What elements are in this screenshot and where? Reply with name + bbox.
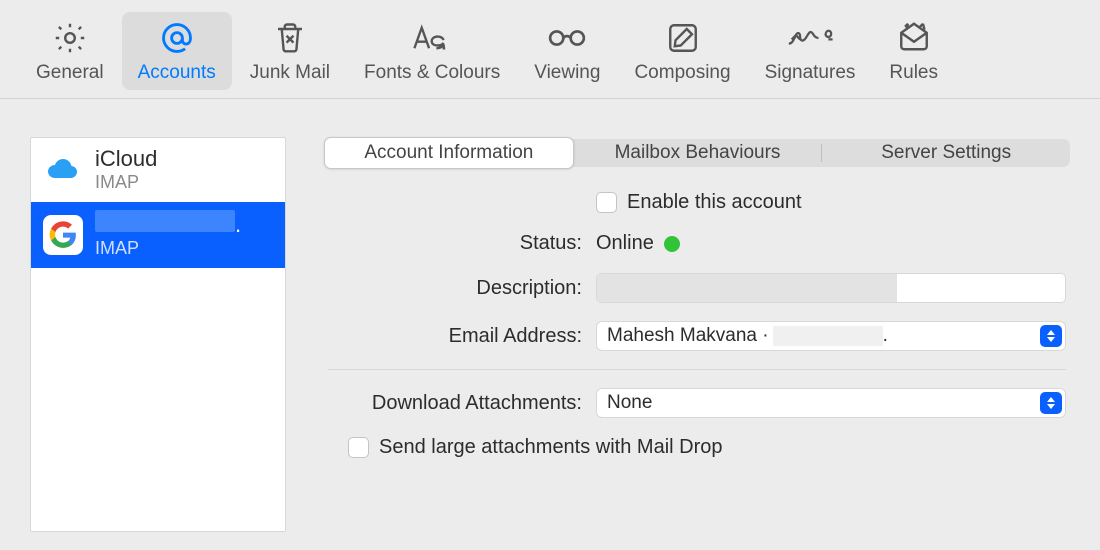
junk-icon xyxy=(272,18,308,58)
status-indicator-icon xyxy=(664,236,680,252)
account-type: IMAP xyxy=(95,172,157,194)
tab-label: Viewing xyxy=(534,62,600,84)
tab-label: Junk Mail xyxy=(250,62,330,84)
tab-composing[interactable]: Composing xyxy=(618,12,746,90)
tab-rules[interactable]: Rules xyxy=(873,12,954,90)
main-content: iCloud IMAP . IMAP Account Information M… xyxy=(0,99,1100,532)
rules-icon xyxy=(896,18,932,58)
gear-icon xyxy=(52,18,88,58)
signature-icon xyxy=(786,18,834,58)
download-attachments-select[interactable]: None xyxy=(596,388,1066,418)
email-redacted xyxy=(773,326,883,346)
compose-icon xyxy=(665,18,701,58)
divider xyxy=(328,369,1066,370)
subtab-mailbox-behaviours[interactable]: Mailbox Behaviours xyxy=(574,137,822,169)
description-label: Description: xyxy=(328,277,596,300)
status-value: Online xyxy=(596,232,654,255)
fonts-icon xyxy=(410,18,454,58)
dropdown-stepper-icon xyxy=(1040,325,1062,347)
tab-label: Signatures xyxy=(765,62,856,84)
tab-viewing[interactable]: Viewing xyxy=(518,12,616,90)
enable-account-label: Enable this account xyxy=(627,191,802,214)
email-label: Email Address: xyxy=(328,325,596,348)
account-form: Enable this account Status: Online Descr… xyxy=(324,191,1070,459)
tab-label: Rules xyxy=(889,62,938,84)
account-type: IMAP xyxy=(95,238,241,260)
account-details-panel: Account Information Mailbox Behaviours S… xyxy=(324,137,1070,532)
glasses-icon xyxy=(545,18,589,58)
account-name-redacted: . xyxy=(95,210,241,238)
account-name: iCloud xyxy=(95,146,157,172)
subtabs: Account Information Mailbox Behaviours S… xyxy=(324,137,1070,169)
tab-signatures[interactable]: Signatures xyxy=(749,12,872,90)
tab-label: General xyxy=(36,62,104,84)
account-row-google[interactable]: . IMAP xyxy=(31,202,285,268)
status-label: Status: xyxy=(328,232,596,255)
tab-general[interactable]: General xyxy=(20,12,120,90)
accounts-sidebar: iCloud IMAP . IMAP xyxy=(30,137,286,532)
dropdown-stepper-icon xyxy=(1040,392,1062,414)
tab-label: Accounts xyxy=(138,62,216,84)
subtab-server-settings[interactable]: Server Settings xyxy=(822,137,1070,169)
download-attachments-label: Download Attachments: xyxy=(328,392,596,415)
subtab-account-information[interactable]: Account Information xyxy=(324,137,574,169)
preferences-toolbar: General Accounts Junk Mail Fonts & Colou… xyxy=(0,0,1100,99)
tab-accounts[interactable]: Accounts xyxy=(122,12,232,90)
google-icon xyxy=(43,215,83,255)
enable-account-checkbox[interactable] xyxy=(596,192,617,213)
account-row-icloud[interactable]: iCloud IMAP xyxy=(31,138,285,202)
icloud-icon xyxy=(43,150,83,190)
mail-drop-checkbox[interactable] xyxy=(348,437,369,458)
at-sign-icon xyxy=(158,18,196,58)
description-field[interactable] xyxy=(596,273,1066,303)
tab-label: Composing xyxy=(634,62,730,84)
tab-label: Fonts & Colours xyxy=(364,62,500,84)
tab-junk-mail[interactable]: Junk Mail xyxy=(234,12,346,90)
mail-drop-label: Send large attachments with Mail Drop xyxy=(379,436,723,459)
email-address-select[interactable]: Mahesh Makvana · . xyxy=(596,321,1066,351)
tab-fonts-colours[interactable]: Fonts & Colours xyxy=(348,12,516,90)
